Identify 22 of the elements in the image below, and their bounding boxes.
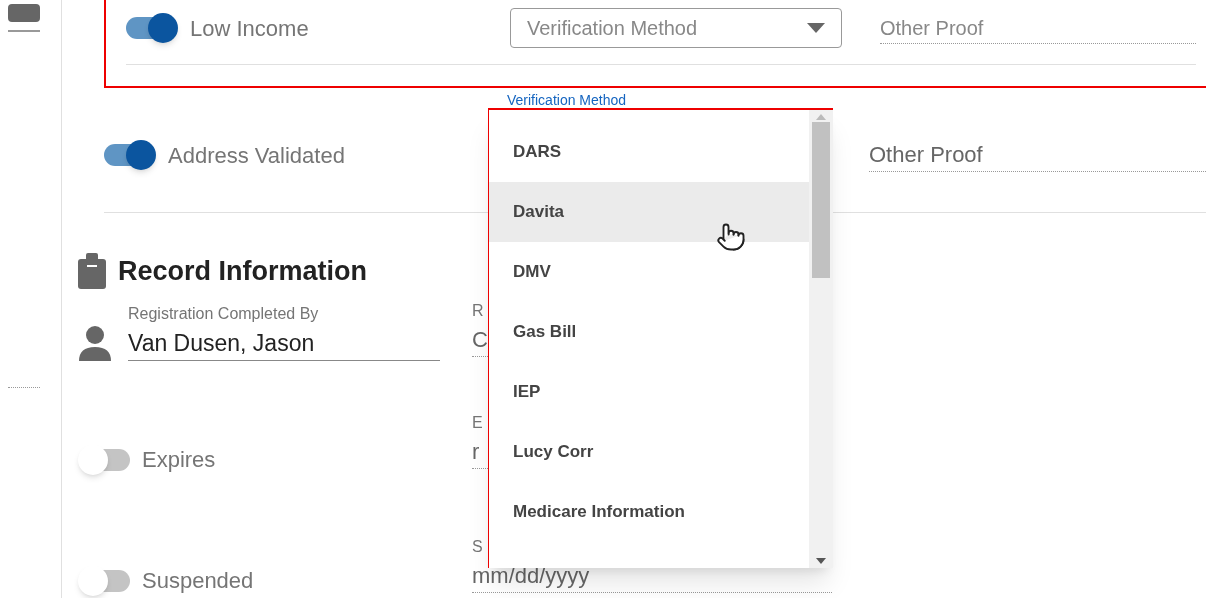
toggle-label: Expires xyxy=(142,446,216,474)
field-label: R xyxy=(472,301,485,321)
toggle-label: Address Validated xyxy=(168,141,346,170)
toggle-label: Low Income xyxy=(190,14,310,43)
scrollbar[interactable] xyxy=(809,110,833,568)
verification-select[interactable]: Verification Method xyxy=(510,8,842,48)
toggle-label: Suspended xyxy=(142,567,254,595)
completed-by-field[interactable]: Van Dusen, Jason xyxy=(128,325,440,361)
caret-icon xyxy=(807,23,825,33)
sidebar-icon[interactable] xyxy=(7,4,40,22)
other-proof-field[interactable]: Other Proof xyxy=(880,12,1196,44)
field-label: Registration Completed By xyxy=(128,303,320,324)
scroll-down-icon[interactable] xyxy=(816,558,826,564)
section-title: Record Information xyxy=(118,255,367,288)
field-label: S xyxy=(472,537,484,557)
clipboard-icon xyxy=(78,253,106,290)
hand-pointer-icon xyxy=(716,222,746,252)
dropdown-option[interactable]: Davita xyxy=(489,182,809,242)
field-label: E xyxy=(472,413,484,433)
floating-label: Verification Method xyxy=(507,91,627,110)
person-icon xyxy=(78,325,112,361)
other-proof-field[interactable]: Other Proof xyxy=(869,138,1206,172)
